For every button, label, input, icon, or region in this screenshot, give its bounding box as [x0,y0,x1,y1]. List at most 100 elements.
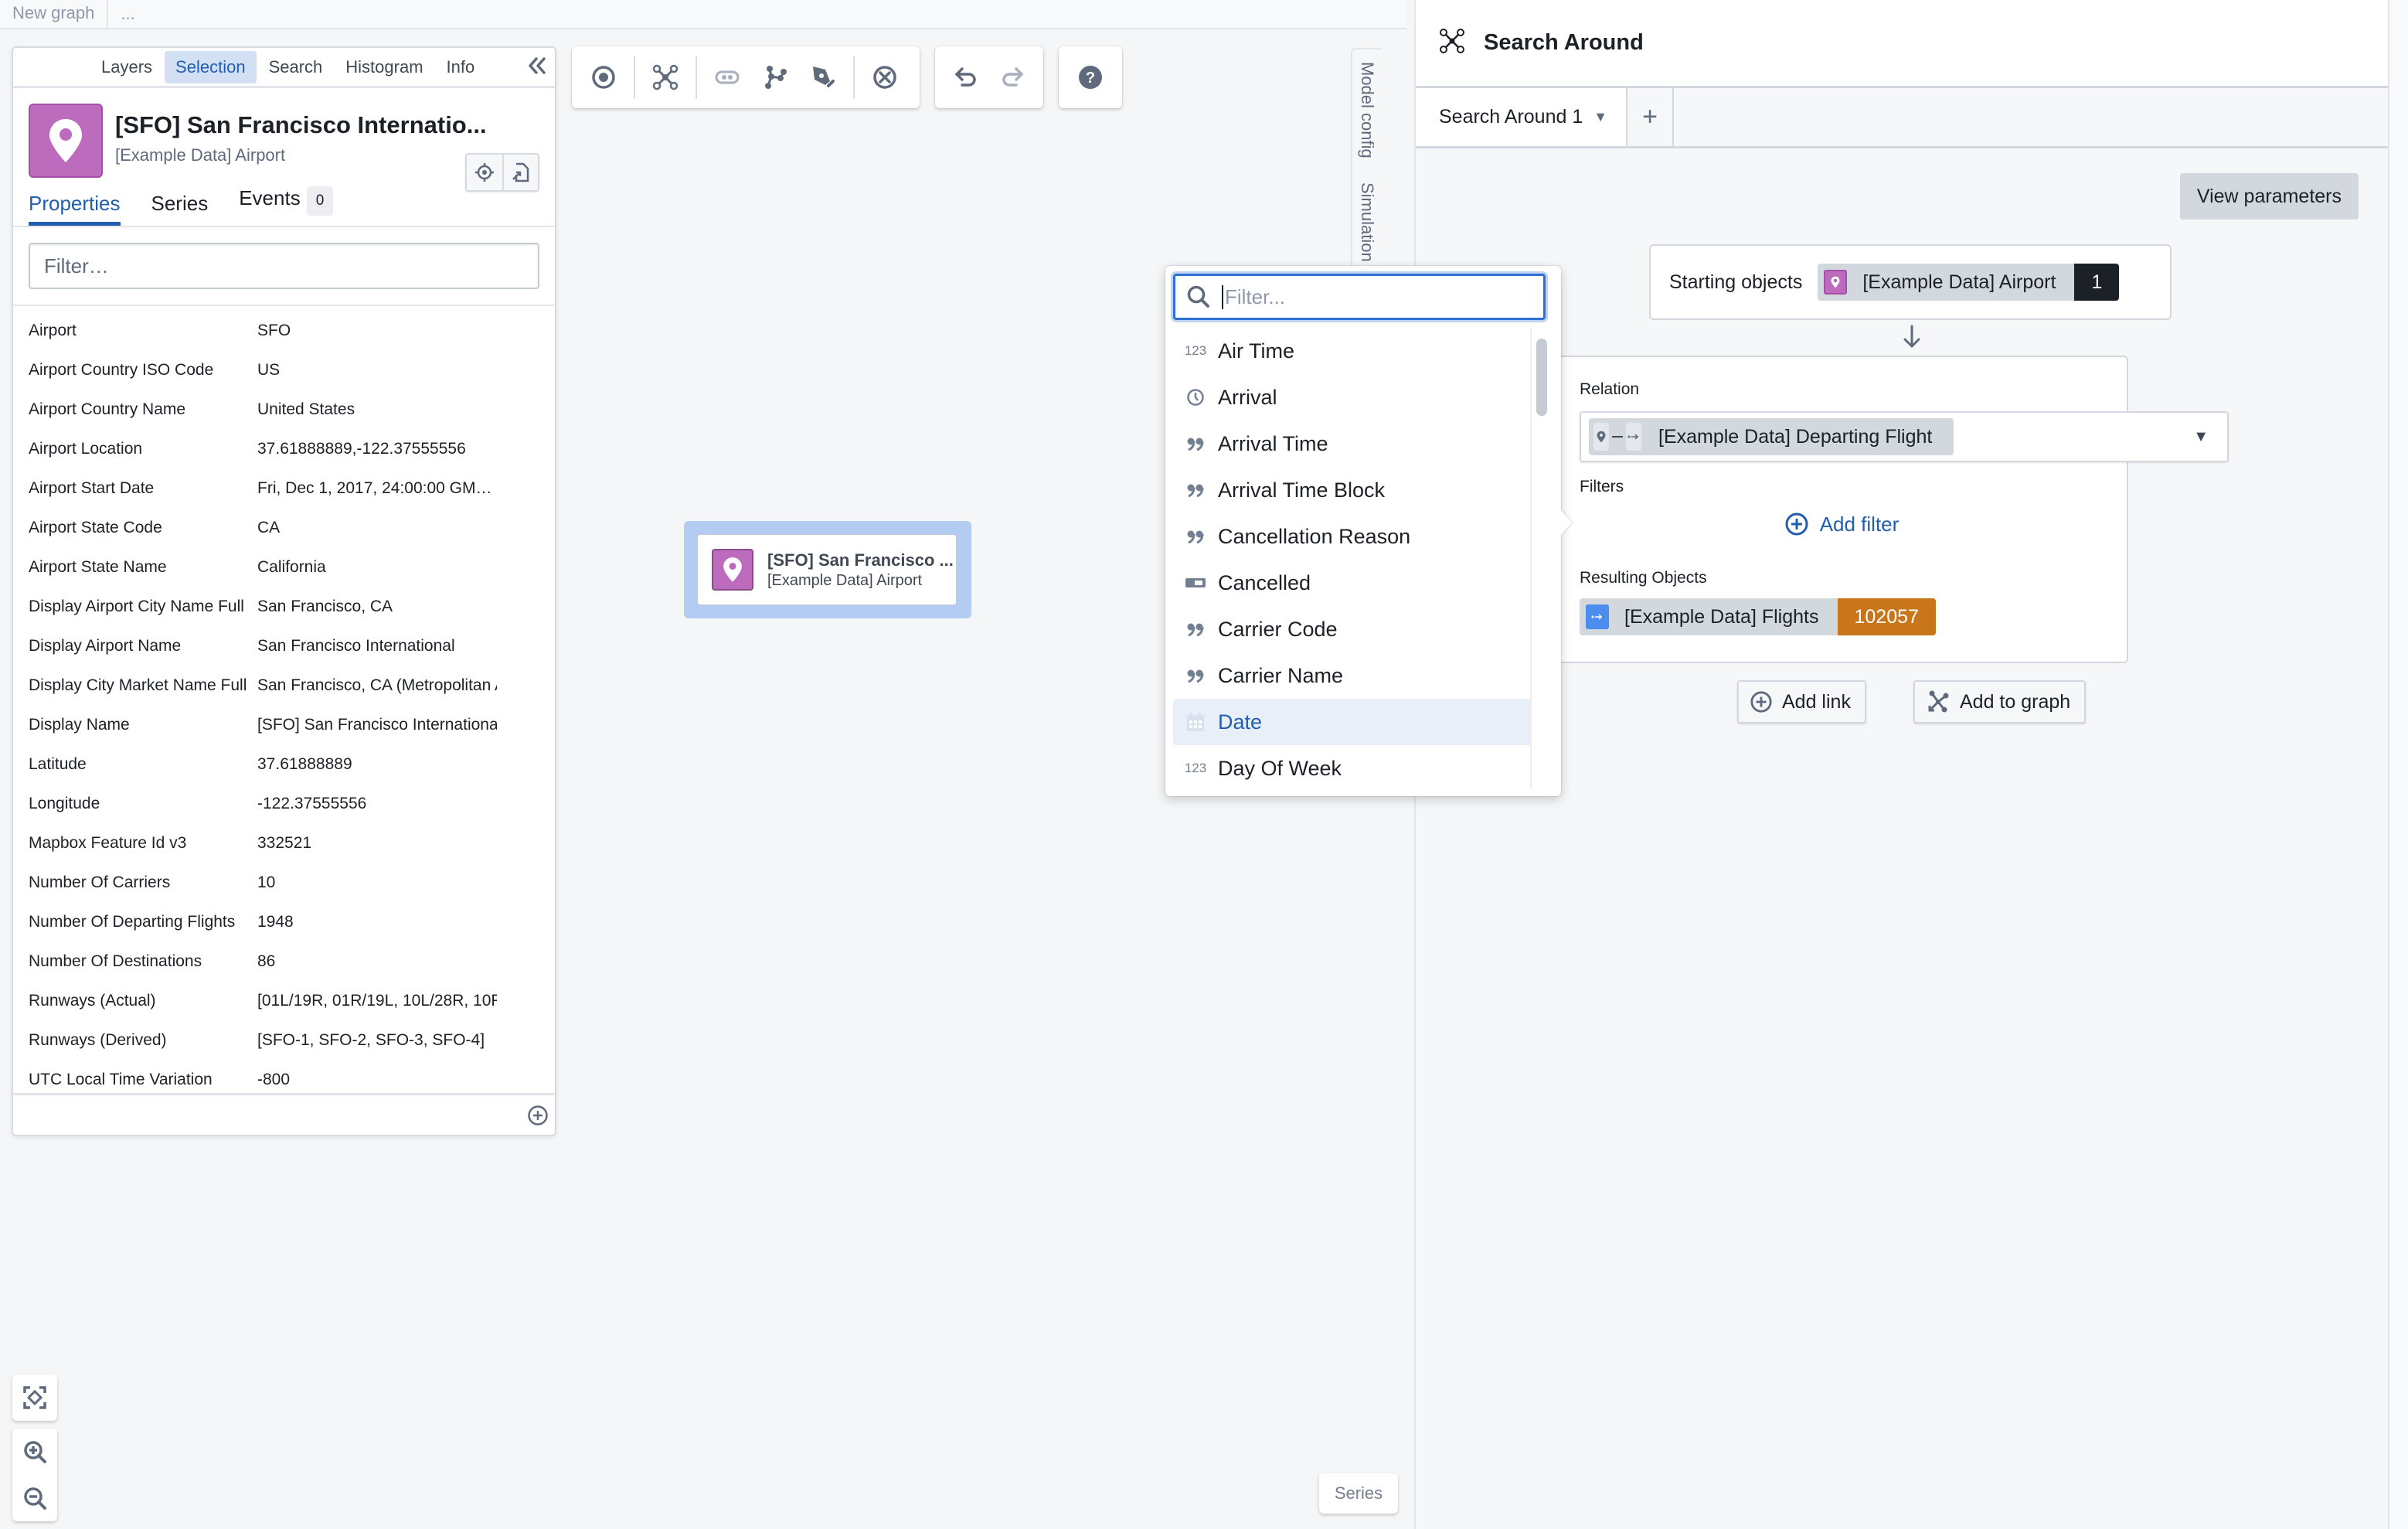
graph-node[interactable]: [SFO] San Francisco ... [Example Data] A… [697,534,957,605]
tab-model-config[interactable]: Model config [1357,62,1377,158]
tab-search-around-1[interactable]: Search Around 1 ▼ [1416,88,1628,146]
open-object-icon[interactable] [502,155,538,190]
dropdown-item-label: Day Of Week [1218,756,1342,780]
resulting-object-chip[interactable]: [Example Data] Flights 102057 [1580,598,1936,635]
subtab-series[interactable]: Series [151,192,209,226]
dropdown-item[interactable]: 123 Air Time [1173,328,1532,374]
property-value[interactable]: San Francisco, CA [257,598,497,616]
subtab-events[interactable]: Events 0 [239,186,334,226]
caret-down-icon[interactable]: ▼ [1593,109,1607,125]
dropdown-item-label: Cancellation Reason [1218,524,1411,548]
locate-icon[interactable] [467,155,502,190]
view-parameters-button[interactable]: View parameters [2179,173,2359,220]
property-row: Runways (Actual) [01L/19R, 01R/19L, 10L/2… [13,981,555,1020]
property-value[interactable]: -122.37555556 [257,795,497,813]
property-value[interactable]: -800 [257,1071,497,1089]
property-value[interactable]: SFO [257,322,497,340]
undo-icon[interactable] [943,53,989,101]
dropdown-item[interactable]: 123 Day Of Week [1173,745,1532,788]
dropdown-item[interactable]: Arrival Time Block [1173,467,1532,513]
tab-simulation[interactable]: Simulation [1357,182,1377,262]
caret-down-icon[interactable]: ▼ [2193,428,2209,446]
node-subtitle: [Example Data] Airport [767,571,923,589]
tab-search[interactable]: Search [258,51,334,83]
dropdown-filter-input[interactable] [1222,284,1531,309]
property-key: Display City Market Name Full [29,676,247,694]
dropdown-item[interactable]: Arrival [1173,374,1532,421]
tab-selection[interactable]: Selection [165,50,257,83]
subtab-properties[interactable]: Properties [29,192,121,226]
property-value[interactable]: CA [257,519,497,537]
map-marker-icon [1593,423,1609,451]
map-marker-icon [29,104,103,178]
dropdown-item[interactable]: Cancelled [1173,560,1532,606]
property-row: Airport Country Name United States [13,390,555,429]
dropdown-item[interactable]: Carrier Code [1173,606,1532,652]
help-toolbar: ? [1059,46,1122,108]
property-key: Airport Location [29,439,143,458]
annotate-pen-icon[interactable] [799,53,847,101]
graph-node-selection[interactable]: [SFO] San Francisco ... [Example Data] A… [684,521,971,618]
property-value[interactable]: 10 [257,873,497,892]
property-value[interactable]: California [257,558,497,577]
property-value[interactable]: [01L/19R, 01R/19L, 10L/28R, 10R/28L] [257,992,497,1010]
select-icon[interactable] [580,53,628,101]
graph-layout-icon[interactable] [751,53,799,101]
help-icon[interactable]: ? [1066,53,1114,101]
tab-histogram[interactable]: Histogram [335,51,434,83]
dropdown-scrollbar[interactable] [1530,328,1550,788]
property-row: Latitude 37.61888889 [13,744,555,784]
zoom-in-icon[interactable] [12,1429,57,1475]
add-link-button[interactable]: Add link [1737,680,1866,724]
starting-object-chip[interactable]: [Example Data] Airport 1 [1818,264,2120,301]
search-around-icon[interactable] [641,53,689,101]
property-value[interactable]: 37.61888889 [257,755,497,774]
object-title: [SFO] San Francisco Internatio... [115,111,487,138]
property-key: Display Airport Name [29,636,182,655]
property-value[interactable]: [SFO-1, SFO-2, SFO-3, SFO-4] [257,1031,497,1050]
dropdown-item-label: Arrival [1218,385,1277,409]
property-row: Airport State Code CA [13,508,555,547]
relation-label: Relation [1580,380,1640,398]
quote-icon [1184,529,1207,544]
dropdown-item[interactable]: Cancellation Reason [1173,513,1532,560]
add-property-icon[interactable] [527,1105,549,1130]
remove-icon[interactable] [861,53,909,101]
double-chevron-left-icon[interactable] [527,56,547,80]
zoom-out-icon[interactable] [12,1475,57,1521]
add-filter-button[interactable]: Add filter [1556,512,2127,536]
property-value[interactable]: [SFO] San Francisco International [257,716,497,734]
relation-step: Relation [Example Data] Departing Flight… [1555,356,2229,663]
property-value[interactable]: US [257,361,497,380]
property-row: Display Airport Name San Francisco Intern… [13,626,555,666]
dropdown-item-label: Carrier Name [1218,663,1344,687]
tab-layers[interactable]: Layers [90,51,163,83]
add-to-graph-button[interactable]: Add to graph [1913,680,2087,724]
property-value[interactable]: 86 [257,952,497,971]
dropdown-item[interactable]: Carrier Name [1173,652,1532,699]
property-value[interactable]: 37.61888889,-122.37555556 [257,440,497,458]
property-filter [13,227,555,306]
redo-icon[interactable] [989,53,1036,101]
tab-info[interactable]: Info [436,51,486,83]
more-menu-button[interactable]: ... [108,4,134,24]
link-icon[interactable] [703,53,751,101]
quote-icon [1184,482,1207,498]
relation-select[interactable]: [Example Data] Departing Flight ▼ [1580,411,2229,462]
property-value[interactable]: 332521 [257,834,497,853]
fit-to-screen-icon[interactable] [12,1374,57,1421]
graph-title[interactable]: New graph [0,0,109,29]
series-button[interactable]: Series [1319,1473,1398,1514]
property-value[interactable]: Fri, Dec 1, 2017, 24:00:00 GM… [257,479,497,498]
add-tab-button[interactable]: + [1627,88,1675,146]
property-value[interactable]: San Francisco, CA (Metropolitan Area) [257,676,497,695]
add-filter-label: Add filter [1819,512,1900,536]
dropdown-item[interactable]: Arrival Time [1173,421,1532,467]
scrollbar-thumb[interactable] [1536,339,1547,416]
property-value[interactable]: San Francisco International [257,637,497,656]
dropdown-item-label: Arrival Time Block [1218,478,1386,502]
property-value[interactable]: 1948 [257,913,497,931]
dropdown-item[interactable]: Date [1173,699,1532,745]
property-filter-input[interactable] [29,243,539,289]
property-value[interactable]: United States [257,400,497,419]
